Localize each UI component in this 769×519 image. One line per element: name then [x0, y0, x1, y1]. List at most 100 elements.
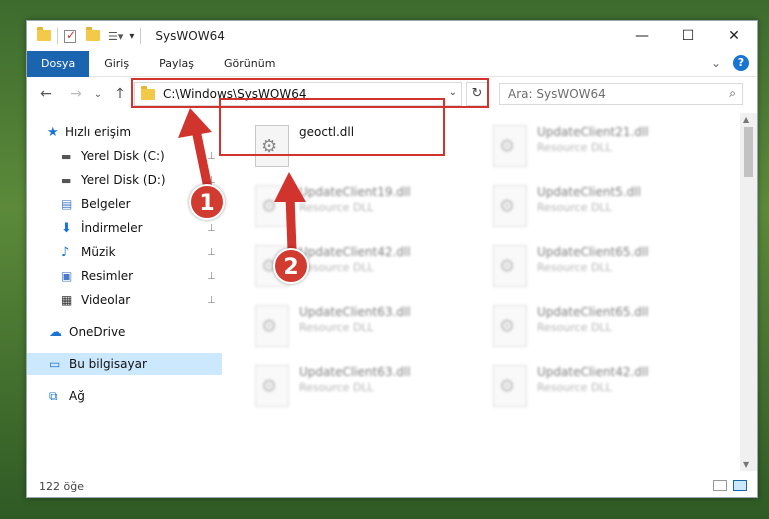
file-item[interactable]: UpdateClient65.dll Resource DLL — [485, 299, 705, 355]
step-1-badge: 1 — [189, 184, 225, 220]
file-item[interactable]: UpdateClient5.dll Resource DLL — [485, 179, 705, 235]
details-view-icon[interactable] — [713, 480, 727, 491]
star-icon: ★ — [47, 124, 59, 140]
file-name: UpdateClient65.dll — [537, 305, 649, 319]
status-bar: 122 öğe — [27, 474, 757, 497]
sidebar-item-pictures[interactable]: ▣ Resimler ⊥ — [27, 265, 222, 287]
chevron-down-icon[interactable]: ▾ — [129, 31, 134, 42]
document-icon: ▤ — [61, 197, 73, 211]
pin-icon[interactable]: ⊥ — [207, 223, 216, 234]
file-item[interactable]: UpdateClient21.dll Resource DLL — [485, 119, 705, 175]
close-button[interactable]: ✕ — [711, 21, 757, 51]
file-type: Resource DLL — [537, 261, 612, 274]
pin-icon[interactable]: ⊥ — [207, 271, 216, 282]
folder-icon — [37, 27, 51, 42]
back-button[interactable]: ← — [35, 86, 57, 102]
sidebar-item-downloads[interactable]: ⬇ İndirmeler ⊥ — [27, 217, 222, 239]
sidebar-item-network[interactable]: ⧉ Ağ — [27, 385, 222, 407]
sidebar-item-label: Resimler — [81, 269, 134, 283]
sidebar-item-label: OneDrive — [69, 325, 126, 339]
item-count: 122 öğe — [39, 479, 84, 493]
sidebar-item-label: İndirmeler — [81, 221, 143, 235]
scroll-up-icon[interactable]: ▲ — [743, 115, 749, 124]
network-icon: ⧉ — [49, 388, 58, 403]
computer-icon: ▭ — [49, 357, 61, 371]
pin-icon[interactable]: ⊥ — [207, 295, 216, 306]
file-name: UpdateClient42.dll — [537, 365, 649, 379]
drive-icon: ▬ — [61, 149, 72, 163]
sidebar-item-disk-c[interactable]: ▬ Yerel Disk (C:) ⊥ — [27, 145, 222, 167]
customize-toolbar-icon[interactable]: ☰▾ — [108, 30, 123, 43]
file-item[interactable]: UpdateClient19.dll Resource DLL — [247, 179, 467, 235]
expand-ribbon-icon[interactable]: ⌄ — [711, 56, 721, 70]
pin-icon[interactable]: ⊥ — [207, 151, 216, 162]
sidebar-item-videos[interactable]: ▦ Videolar ⊥ — [27, 289, 222, 311]
dll-file-icon — [493, 185, 527, 227]
recent-locations-button[interactable]: ⌄ — [87, 89, 109, 100]
sidebar-item-onedrive[interactable]: ☁ OneDrive — [27, 321, 222, 343]
dll-file-icon — [493, 245, 527, 287]
sidebar-item-label: Müzik — [81, 245, 116, 259]
search-icon[interactable]: ⌕ — [729, 86, 736, 101]
file-item[interactable]: UpdateClient63.dll Resource DLL — [247, 299, 467, 355]
tab-view[interactable]: Görünüm — [209, 51, 290, 77]
navigation-pane: ★ Hızlı erişim ▬ Yerel Disk (C:) ⊥ ▬ Yer… — [27, 113, 222, 471]
file-name: UpdateClient19.dll — [299, 185, 411, 199]
tab-share[interactable]: Paylaş — [144, 51, 209, 77]
help-icon[interactable]: ? — [733, 55, 749, 71]
file-name: UpdateClient65.dll — [537, 245, 649, 259]
forward-button[interactable]: → — [65, 86, 87, 102]
vertical-scrollbar[interactable]: ▲ ▼ — [740, 113, 757, 471]
picture-icon: ▣ — [61, 269, 73, 283]
sidebar-item-music[interactable]: ♪ Müzik ⊥ — [27, 241, 222, 263]
file-name: UpdateClient63.dll — [299, 305, 411, 319]
up-button[interactable]: ↑ — [109, 86, 131, 102]
file-item[interactable]: UpdateClient63.dll Resource DLL — [247, 359, 467, 415]
dll-file-icon — [493, 125, 527, 167]
file-name: UpdateClient42.dll — [299, 245, 411, 259]
maximize-button[interactable]: ☐ — [665, 21, 711, 51]
ribbon-tabs: Dosya Giriş Paylaş Görünüm ⌄ ? — [27, 50, 757, 77]
minimize-button[interactable]: — — [619, 21, 665, 51]
search-box[interactable]: Ara: SysWOW64 ⌕ — [499, 83, 743, 105]
dll-file-icon — [493, 365, 527, 407]
dll-file-icon — [255, 185, 289, 227]
file-item[interactable]: UpdateClient65.dll Resource DLL — [485, 239, 705, 295]
file-name: UpdateClient5.dll — [537, 185, 641, 199]
file-type: Resource DLL — [299, 321, 374, 334]
dll-file-icon — [255, 305, 289, 347]
drive-icon: ▬ — [61, 173, 72, 187]
file-type: Resource DLL — [537, 381, 612, 394]
tab-home[interactable]: Giriş — [89, 51, 144, 77]
sidebar-item-label: Ağ — [69, 389, 85, 403]
new-folder-icon[interactable] — [86, 27, 100, 42]
window-title: SysWOW64 — [155, 29, 225, 43]
file-type: Resource DLL — [537, 321, 612, 334]
sidebar-item-this-pc[interactable]: ▭ Bu bilgisayar — [27, 353, 222, 375]
scroll-down-icon[interactable]: ▼ — [743, 460, 749, 469]
tab-file[interactable]: Dosya — [27, 50, 90, 77]
sidebar-item-label: Belgeler — [81, 197, 131, 211]
step-2-badge: 2 — [273, 248, 309, 284]
sidebar-item-label: Videolar — [81, 293, 131, 307]
tiles-view-icon[interactable] — [733, 480, 747, 491]
file-type: Resource DLL — [299, 381, 374, 394]
file-highlight-box — [219, 98, 445, 156]
sidebar-item-label: Bu bilgisayar — [69, 357, 147, 371]
dll-file-icon — [493, 305, 527, 347]
sidebar-item-label: Hızlı erişim — [65, 125, 132, 139]
search-input[interactable]: Ara: SysWOW64 — [508, 87, 606, 101]
title-bar: ☰▾ ▾ SysWOW64 — ☐ ✕ — [27, 21, 757, 51]
sidebar-item-quick-access[interactable]: ★ Hızlı erişim — [27, 121, 222, 143]
divider — [57, 28, 58, 44]
divider — [140, 28, 142, 44]
properties-icon[interactable] — [64, 28, 76, 43]
pin-icon[interactable]: ⊥ — [207, 247, 216, 258]
file-item[interactable]: UpdateClient42.dll Resource DLL — [485, 359, 705, 415]
sidebar-item-label: Yerel Disk (D:) — [81, 173, 166, 187]
video-icon: ▦ — [61, 293, 73, 307]
scroll-thumb[interactable] — [744, 127, 753, 177]
explorer-window: ☰▾ ▾ SysWOW64 — ☐ ✕ Dosya Giriş Paylaş G… — [26, 20, 758, 498]
file-name: UpdateClient21.dll — [537, 125, 649, 139]
sidebar-item-disk-d[interactable]: ▬ Yerel Disk (D:) ⊥ — [27, 169, 222, 191]
